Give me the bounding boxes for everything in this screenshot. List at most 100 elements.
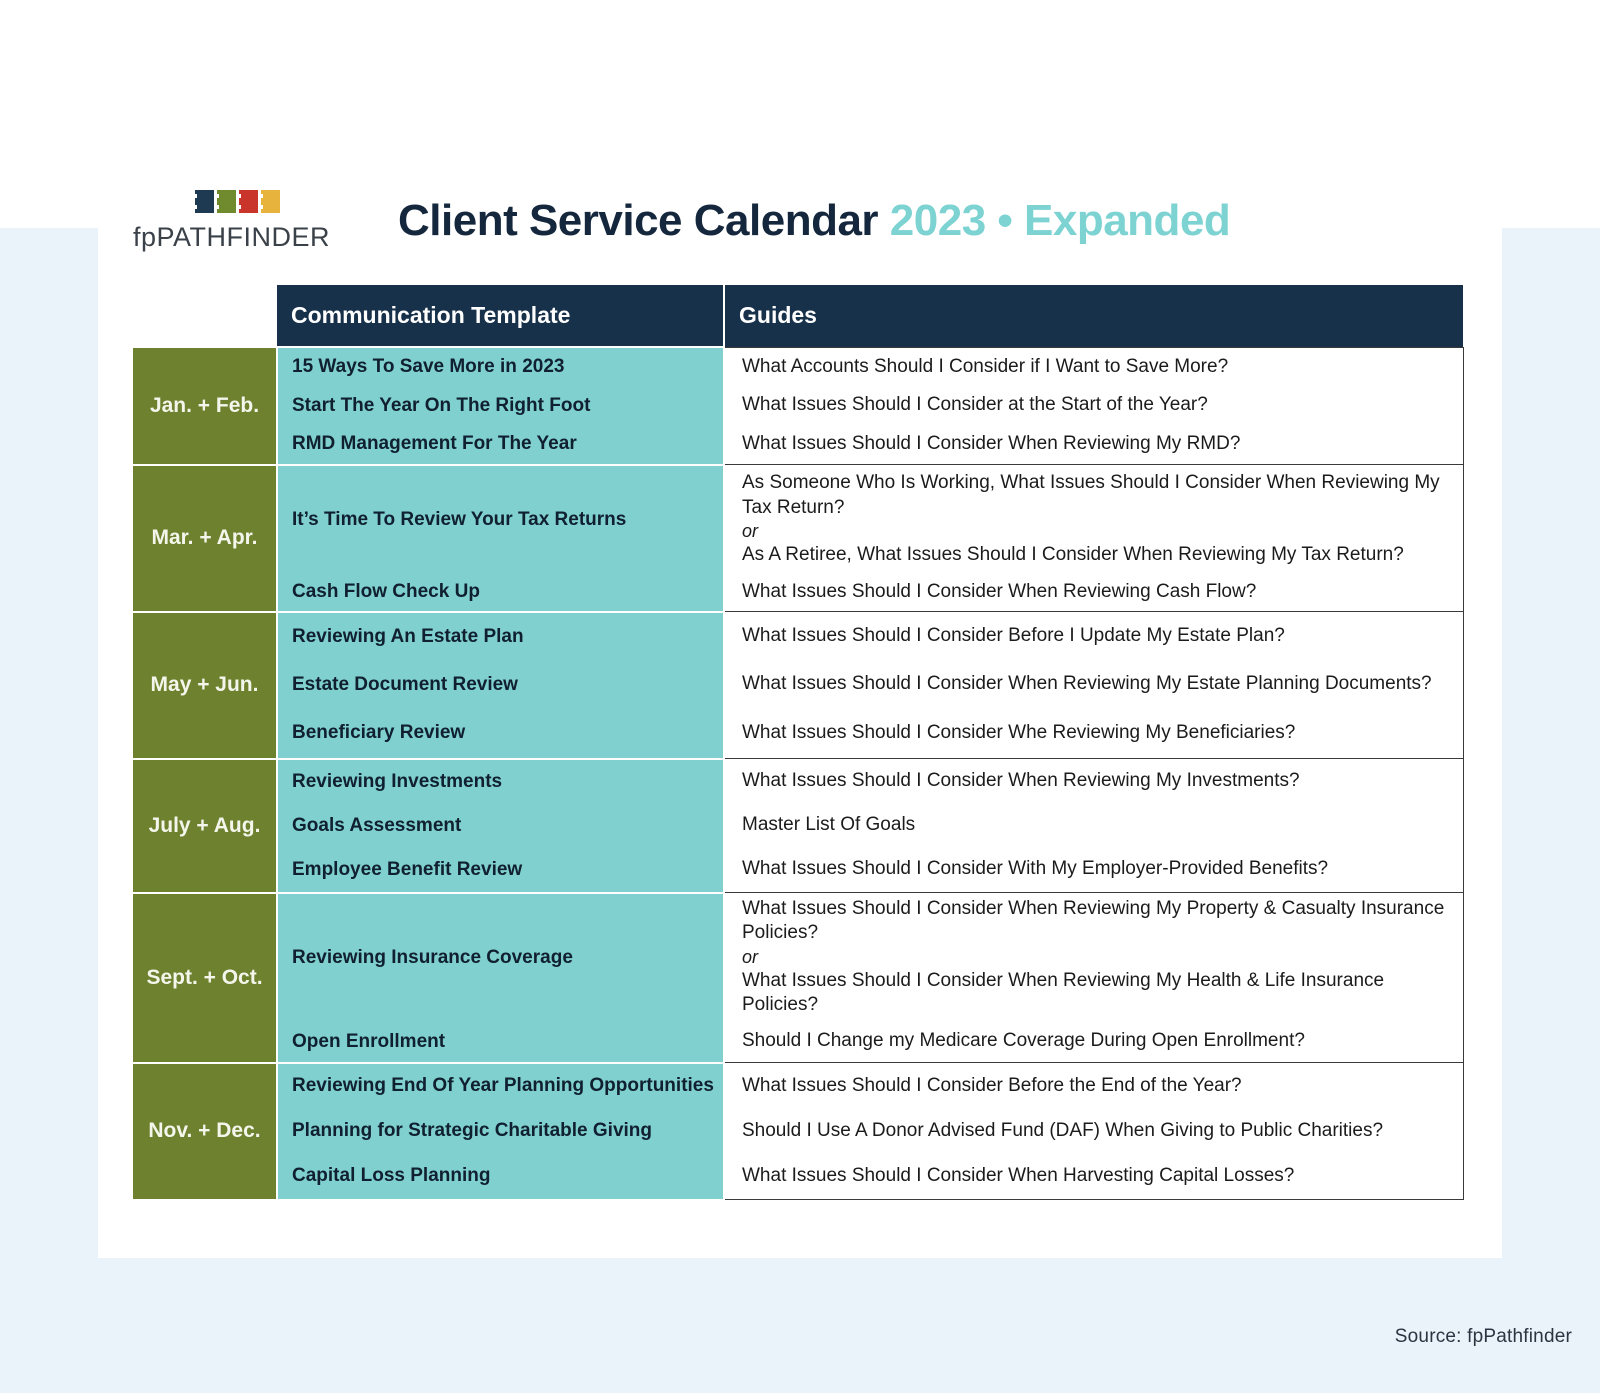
guide-item: What Issues Should I Consider Before the… <box>725 1063 1463 1108</box>
table-row: July + Aug. Reviewing Investments Goals As… <box>133 757 1464 894</box>
column-header-communication-template: Communication Template <box>277 285 725 347</box>
guide-item: What Issues Should I Consider When Revie… <box>725 660 1463 708</box>
month-cell: Sept. + Oct. <box>133 891 278 1064</box>
guide-item: What Issues Should I Consider When Revie… <box>725 893 1463 1021</box>
guide-line: What Issues Should I Consider Before I U… <box>742 625 1285 647</box>
template-stack: Reviewing Investments Goals Assessment Emp… <box>278 760 723 892</box>
guide-line: What Issues Should I Consider When Revie… <box>742 898 1445 944</box>
column-header-guides: Guides <box>724 285 1463 347</box>
guide-line: Should I Use A Donor Advised Fund (DAF) … <box>742 1119 1384 1141</box>
guides-cell: What Issues Should I Consider When Revie… <box>723 758 1464 894</box>
source-caption: Source: fpPathfinder <box>1394 1326 1572 1347</box>
template-stack: It’s Time To Review Your Tax Returns Cash… <box>278 466 723 611</box>
guide-item: What Issues Should I Consider With My Em… <box>725 847 1463 891</box>
guide-item: Should I Use A Donor Advised Fund (DAF) … <box>725 1108 1463 1153</box>
month-cell: Jan. + Feb. <box>133 346 278 466</box>
guides-cell: What Issues Should I Consider Before the… <box>723 1062 1464 1201</box>
guide-stack: As Someone Who Is Working, What Issues S… <box>725 465 1463 611</box>
communication-template-cell: Reviewing End Of Year Planning Opportuni… <box>277 1061 725 1201</box>
guide-or-separator: or <box>742 520 759 541</box>
communication-template-item: Open Enrollment <box>292 1030 446 1052</box>
calendar-table-head: Communication Template Guides <box>133 285 1463 347</box>
communication-template-item: Reviewing End Of Year Planning Opportuni… <box>292 1075 714 1097</box>
communication-template-item: 15 Ways To Save More in 2023 <box>292 356 565 378</box>
page-root: Turnkey Client Service Calendar fpPATHFI… <box>0 0 1600 1393</box>
communication-template-item: Cash Flow Check Up <box>292 581 480 603</box>
table-row: Nov. + Dec. Reviewing End Of Year Plannin… <box>133 1061 1464 1201</box>
logo-squares <box>194 190 383 213</box>
guide-line: What Issues Should I Consider When Harve… <box>742 1164 1295 1186</box>
guide-line: What Issues Should I Consider When Revie… <box>742 673 1432 695</box>
month-cell: May + Jun. <box>133 610 278 760</box>
communication-template-cell: Reviewing An Estate Plan Estate Document … <box>277 610 725 760</box>
calendar-table: Communication Template Guides Jan. + Feb… <box>133 285 1464 1201</box>
guide-stack: What Issues Should I Consider When Revie… <box>725 893 1463 1062</box>
communication-template-item: Start The Year On The Right Foot <box>292 394 591 416</box>
communication-template-item: RMD Management For The Year <box>292 433 577 455</box>
guide-line: What Issues Should I Consider at the Sta… <box>742 394 1208 416</box>
table-row: Sept. + Oct. Reviewing Insurance Coverage… <box>133 891 1464 1064</box>
template-stack: Reviewing An Estate Plan Estate Document … <box>278 613 723 758</box>
communication-template-item: Reviewing Insurance Coverage <box>292 946 573 968</box>
guide-stack: What Issues Should I Consider Before the… <box>725 1063 1463 1199</box>
guide-item: As Someone Who Is Working, What Issues S… <box>725 465 1463 573</box>
document-header: fpPATHFINDER Client Service Calendar 202… <box>98 186 1502 278</box>
guide-stack: What Issues Should I Consider Before I U… <box>725 612 1463 758</box>
communication-template-item: Capital Loss Planning <box>292 1165 491 1187</box>
communication-template-item: Beneficiary Review <box>292 722 466 744</box>
guide-stack: What Accounts Should I Consider if I Wan… <box>725 348 1463 465</box>
communication-template-cell: It’s Time To Review Your Tax Returns Cash… <box>277 463 725 613</box>
guide-line: What Issues Should I Consider When Revie… <box>742 969 1385 1016</box>
guide-or-separator: or <box>742 946 759 967</box>
communication-template-item: Reviewing Investments <box>292 770 503 792</box>
guide-item: What Issues Should I Consider at the Sta… <box>725 386 1463 425</box>
communication-template-item: Estate Document Review <box>292 673 518 695</box>
communication-template-item: Employee Benefit Review <box>292 858 523 880</box>
table-row: May + Jun. Reviewing An Estate Plan Estate… <box>133 610 1464 760</box>
table-row: Mar. + Apr. It’s Time To Review Your Tax … <box>133 463 1464 613</box>
guide-line: As A Retiree, What Issues Should I Consi… <box>742 543 1404 565</box>
guides-cell: What Accounts Should I Consider if I Wan… <box>723 346 1464 466</box>
template-stack: Reviewing End Of Year Planning Opportuni… <box>278 1064 723 1199</box>
guide-line: What Accounts Should I Consider if I Wan… <box>742 355 1229 377</box>
header-spacer <box>133 285 277 347</box>
calendar-table-body: Jan. + Feb. 15 Ways To Save More in 2023 S… <box>133 346 1464 1201</box>
communication-template-cell: Reviewing Investments Goals Assessment Emp… <box>277 757 725 894</box>
communication-template-item: It’s Time To Review Your Tax Returns <box>292 508 627 530</box>
guide-line: Should I Change my Medicare Coverage Dur… <box>742 1030 1305 1052</box>
guide-stack: What Issues Should I Consider When Revie… <box>725 759 1463 892</box>
guide-line: As Someone Who Is Working, What Issues S… <box>742 472 1440 518</box>
guide-item: What Issues Should I Consider When Harve… <box>725 1153 1463 1198</box>
guide-item: What Issues Should I Consider Whe Review… <box>725 708 1463 757</box>
template-stack: Reviewing Insurance Coverage Open Enrollm… <box>278 894 723 1062</box>
guide-line: What Issues Should I Consider When Revie… <box>742 432 1241 454</box>
guide-item: What Issues Should I Consider When Revie… <box>725 425 1463 464</box>
guides-cell: What Issues Should I Consider Before I U… <box>723 611 1464 760</box>
document-title: Client Service Calendar 2023 • Expanded <box>398 196 1231 246</box>
communication-template-cell: 15 Ways To Save More in 2023 Start The Ye… <box>277 346 725 466</box>
communication-template-item: Reviewing An Estate Plan <box>292 625 524 647</box>
communication-template-cell: Reviewing Insurance Coverage Open Enrollm… <box>277 891 725 1064</box>
brand-wordmark: fpPATHFINDER <box>133 222 331 252</box>
communication-template-item: Planning for Strategic Charitable Giving <box>292 1120 652 1142</box>
logo-square-olive <box>216 190 236 213</box>
month-cell: Nov. + Dec. <box>133 1061 278 1201</box>
calendar-table-wrapper: Communication Template Guides Jan. + Feb… <box>133 285 1464 1201</box>
month-cell: Mar. + Apr. <box>133 463 278 613</box>
guide-line: What Issues Should I Consider With My Em… <box>742 858 1329 880</box>
document-title-accent: 2023 • Expanded <box>889 196 1231 245</box>
guide-line: What Issues Should I Consider When Revie… <box>742 770 1300 792</box>
guide-line: Master List Of Goals <box>742 814 916 836</box>
logo-square-gold <box>260 190 280 213</box>
communication-template-item: Goals Assessment <box>292 814 462 836</box>
brand-logo: fpPATHFINDER <box>133 190 383 253</box>
table-header-row: Communication Template Guides <box>133 285 1463 347</box>
guide-item: Should I Change my Medicare Coverage Dur… <box>725 1021 1463 1061</box>
guide-item: What Issues Should I Consider When Revie… <box>725 759 1463 803</box>
guide-line: What Issues Should I Consider Before the… <box>742 1074 1242 1096</box>
guide-item: Master List Of Goals <box>725 803 1463 847</box>
guide-line: What Issues Should I Consider Whe Review… <box>742 721 1296 743</box>
guide-line: What Issues Should I Consider When Revie… <box>742 580 1257 602</box>
template-stack: 15 Ways To Save More in 2023 Start The Ye… <box>278 348 723 464</box>
document-title-main: Client Service Calendar <box>398 196 879 245</box>
